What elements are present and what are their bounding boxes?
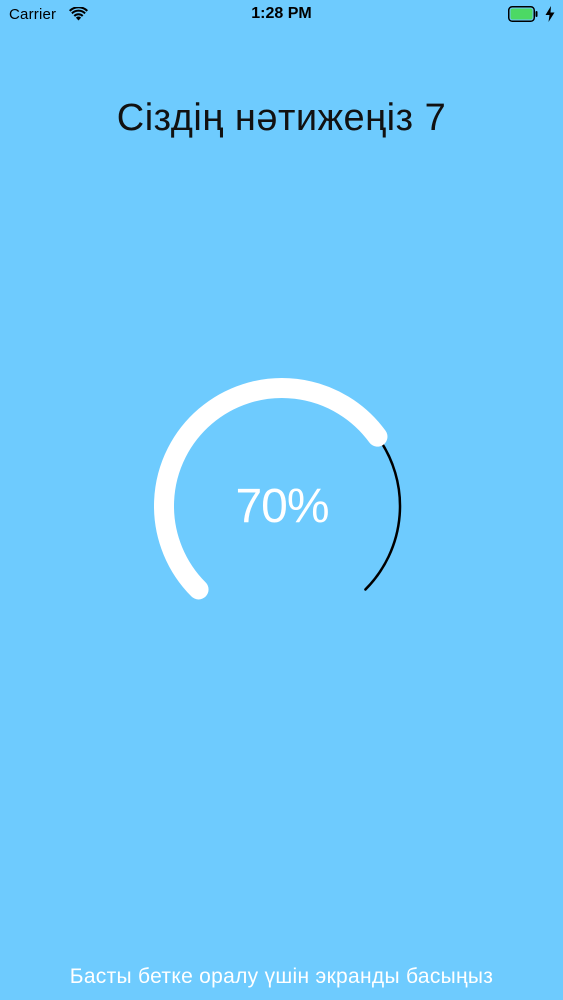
tap-to-return-hint: Басты бетке оралу үшін экранды басыңыз xyxy=(69,965,494,988)
clock-label: 1:28 PM xyxy=(251,5,312,22)
progress-percent: 70% xyxy=(235,480,329,533)
result-title: Сіздің нәтижеңіз 7 xyxy=(116,97,447,139)
status-bar: Carrier 1:28 PM xyxy=(0,0,563,30)
charging-icon xyxy=(545,6,555,22)
result-screen[interactable]: Carrier 1:28 PM Сіздің нәтижеңіз 7 70% Б… xyxy=(0,0,563,1000)
progress-ring: 70% xyxy=(140,364,424,648)
battery-icon xyxy=(508,6,538,22)
